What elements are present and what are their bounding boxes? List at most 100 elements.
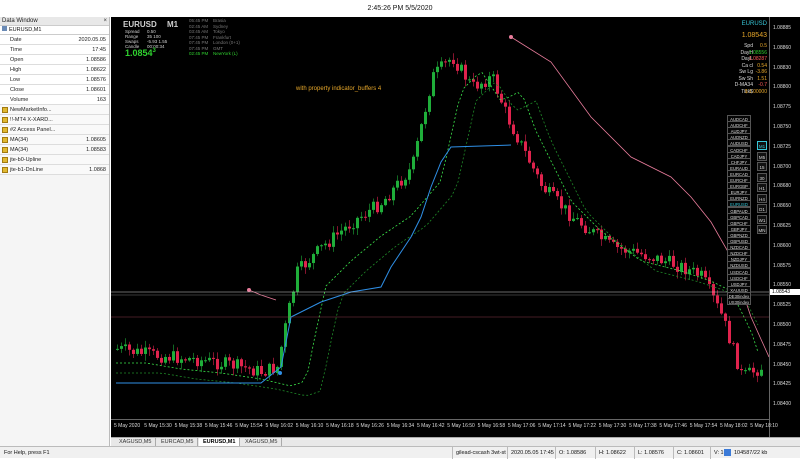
candle-body [692, 267, 695, 270]
session-time: 05:45 PM [189, 18, 209, 23]
price-tick-label: 1.08680 [773, 183, 792, 190]
candle-body [192, 357, 195, 359]
timeframe-button[interactable]: MN [757, 225, 767, 234]
candle-body [416, 141, 419, 157]
window-title-bar: 2:45:26 PM 5/5/2020 [0, 0, 800, 17]
market-info-price: 1.08543 [741, 32, 767, 39]
candle-body [360, 216, 363, 218]
candle-body [676, 266, 679, 272]
data-row-value: 17:45 [92, 47, 106, 53]
candle-body [752, 367, 755, 373]
time-tick-label: 5 May 17:30 [598, 423, 627, 429]
candle-body [700, 270, 703, 276]
candle-body [576, 218, 579, 220]
candle-body [320, 245, 323, 247]
market-info-value: 1.51 [757, 75, 767, 82]
candle-body [660, 255, 663, 264]
candle-body [544, 185, 547, 193]
timeframe-button[interactable]: H4 [757, 193, 767, 203]
market-info-label: Sw Lg [739, 69, 753, 75]
candle-body [564, 205, 567, 209]
candle-body [436, 66, 439, 73]
price-tick-label: 1.08575 [773, 262, 792, 269]
data-row: MA(34) 1.08605 [0, 135, 109, 145]
status-low: L: 1.08576 [634, 447, 664, 459]
pair-button[interactable]: US30index [727, 298, 751, 305]
candle-body [740, 368, 743, 371]
candle-body [480, 83, 483, 89]
timeframe-button[interactable]: W1 [757, 214, 767, 224]
timeframe-button[interactable]: 15 [757, 162, 767, 171]
session-city: Sydney [213, 23, 229, 29]
market-info-value: 1.08556 [748, 49, 767, 56]
candle-body [540, 174, 543, 186]
session-time: 02:45 AM [189, 23, 209, 29]
candle-body [236, 359, 239, 369]
candle-body [736, 343, 739, 369]
data-window-symbol: EURUSD,M1 [0, 26, 109, 35]
candle-body [248, 367, 251, 369]
data-row: Date 2020.05.05 [0, 35, 109, 45]
timeframe-button[interactable]: M1 [757, 141, 767, 150]
candle-body [392, 187, 395, 201]
candle-body [428, 96, 431, 112]
candle-body [252, 368, 255, 376]
timeframe-button[interactable]: 30 [757, 172, 767, 182]
data-row-value: 1.08576 [86, 77, 106, 83]
price-chart[interactable]: 1.08885 1.08860 1.08830 1.08800 1.08775 1.087… [111, 17, 800, 437]
candle-body [568, 205, 571, 221]
time-tick-label: 5 May 17:06 [507, 423, 536, 429]
chart-tabs: XAGUSD,M5 EURCAD,M5 EURUSD,M1 XAGUSD,M5 [111, 437, 800, 447]
candle-body [520, 141, 523, 143]
data-row: Open 1.08586 [0, 55, 109, 65]
timeframe-button[interactable]: D1 [757, 204, 767, 213]
candle-body [508, 106, 511, 125]
timeframe-button[interactable]: M5 [757, 151, 767, 161]
info-price-main: 1.0854 [125, 48, 153, 58]
candle-body [232, 360, 235, 369]
dnline-peak-dot [509, 35, 513, 39]
price-tick-label: 1.08885 [773, 25, 792, 31]
time-tick-label: 5 May 17:22 [568, 423, 597, 429]
time-tick-label: 5 May 16:02 [265, 423, 294, 429]
candle-body [696, 267, 699, 276]
time-tick-label: 5 May 16:18 [326, 423, 354, 429]
candle-body [704, 270, 707, 278]
candle-body [224, 357, 227, 367]
candle-body [200, 360, 203, 367]
indicator-icon [2, 127, 8, 133]
candle-body [656, 255, 659, 261]
info-bid-price: 1.08543 [125, 48, 156, 58]
data-row-name: Volume [10, 97, 29, 103]
candle-body [308, 263, 311, 268]
candle-body [212, 357, 215, 359]
session-city: Brasia [213, 18, 226, 23]
candle-body [644, 254, 647, 260]
candle-body [260, 365, 263, 375]
candle-body [448, 59, 451, 62]
time-tick-label: 5 May 17:46 [659, 423, 687, 429]
candle-body [592, 229, 595, 233]
data-row-value: 1.08583 [86, 147, 106, 153]
candle-body [116, 348, 119, 350]
time-tick-label: 5 May 2020 [114, 423, 141, 429]
candle-body [332, 232, 335, 247]
price-tick-label: 1.08625 [773, 223, 792, 229]
candle-body [208, 357, 211, 361]
time-tick-label: 5 May 15:30 [144, 423, 172, 429]
time-tick-label: 5 May 17:38 [629, 423, 657, 429]
candle-body [548, 187, 551, 193]
candle-body [440, 61, 443, 67]
market-info-symbol: EURUSD [741, 21, 767, 27]
session-city: London (0+1) [213, 40, 240, 45]
data-row: Volume 163 [0, 95, 109, 105]
candlestick-plot[interactable] [111, 17, 769, 419]
data-row: High 1.08622 [0, 65, 109, 75]
candle-body [372, 201, 375, 210]
close-icon[interactable]: × [103, 17, 107, 26]
candle-body [620, 247, 623, 249]
candle-body [728, 320, 731, 344]
timeframe-button[interactable]: H1 [757, 183, 767, 192]
price-tick-label: 1.08775 [773, 104, 792, 111]
candle-body [188, 358, 191, 361]
